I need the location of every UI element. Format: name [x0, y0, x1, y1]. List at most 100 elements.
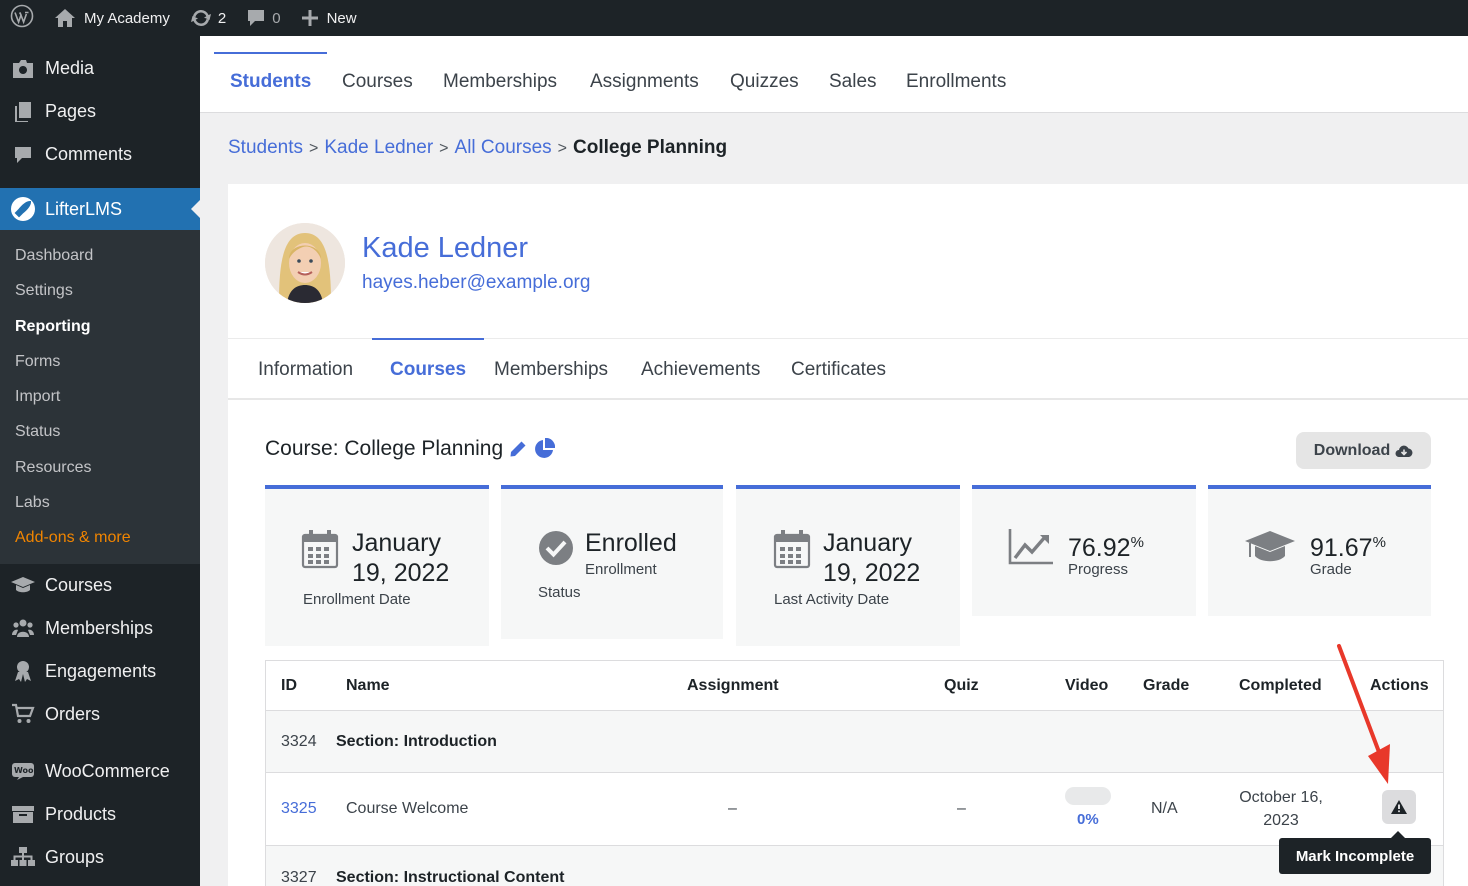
status-label: Status [538, 584, 581, 601]
progress-label: Progress [1068, 561, 1129, 578]
course-title: Course: College Planning [265, 437, 556, 461]
sidebar-item-comments[interactable]: Comments [0, 133, 200, 176]
student-email-link[interactable]: hayes.heber@example.org [362, 272, 590, 294]
breadcrumb-separator: > [309, 140, 319, 157]
lesson-id-link[interactable]: 3325 [281, 800, 317, 818]
calendar-icon [301, 529, 339, 574]
subtab-courses[interactable]: Courses [371, 338, 485, 399]
subtab-achievements[interactable]: Achievements [641, 339, 760, 399]
stat-enrollment-date: January 19, 2022 Enrollment Date [265, 485, 489, 646]
breadcrumb-student[interactable]: Kade Ledner [324, 137, 433, 158]
video-progress-bar [1065, 787, 1111, 805]
sidebar-item-label: LifterLMS [45, 198, 123, 219]
status-sub: Enrollment [585, 561, 657, 578]
tab-students[interactable]: Students [213, 36, 328, 113]
site-name-link[interactable]: My Academy [44, 0, 180, 36]
sidebar-item-groups[interactable]: Groups [0, 836, 200, 879]
tab-enrollments[interactable]: Enrollments [906, 36, 1006, 113]
pie-chart-icon[interactable] [533, 438, 556, 460]
lesson-assignment: – [728, 800, 737, 817]
submenu-labs[interactable]: Labs [0, 485, 200, 520]
submenu-status[interactable]: Status [0, 414, 200, 449]
sidebar-item-memberships[interactable]: Memberships [0, 607, 200, 650]
subtab-information[interactable]: Information [258, 339, 353, 399]
progress-unit: % [1130, 534, 1144, 551]
last-activity-line1: January [823, 529, 912, 557]
sidebar-item-media[interactable]: Media [0, 47, 200, 90]
grade-unit: % [1372, 534, 1386, 551]
svg-text:Woo: Woo [14, 766, 34, 775]
sidebar-item-label: Comments [45, 144, 133, 164]
submenu-reporting[interactable]: Reporting [0, 309, 200, 344]
video-percent: 0% [1077, 811, 1099, 828]
submenu-forms[interactable]: Forms [0, 344, 200, 379]
edit-pencil-icon[interactable] [509, 440, 527, 458]
admin-bar: My Academy 2 0 New [0, 0, 1468, 36]
updates-link[interactable]: 2 [180, 0, 236, 36]
sidebar-item-label: Media [45, 58, 95, 78]
column-header-id[interactable]: ID [281, 661, 297, 710]
column-header-grade[interactable]: Grade [1143, 661, 1189, 710]
row-id: 3324 [281, 733, 317, 750]
annotation-arrow-icon [1337, 644, 1390, 784]
sidebar-item-label: Memberships [45, 617, 154, 638]
site-name: My Academy [84, 9, 170, 27]
media-icon [10, 56, 36, 82]
subtab-certificates[interactable]: Certificates [791, 339, 886, 399]
lesson-name: Course Welcome [346, 800, 469, 817]
sidebar-item-label: Pages [45, 101, 97, 121]
course-title-text: Course: College Planning [265, 437, 504, 460]
submenu-dashboard[interactable]: Dashboard [0, 238, 200, 273]
mark-incomplete-tooltip: Mark Incomplete [1279, 831, 1431, 874]
line-chart-icon [1008, 527, 1054, 570]
section-name: Section: Instructional Content [336, 869, 565, 886]
column-header-quiz[interactable]: Quiz [944, 661, 979, 710]
student-course-report-card: Kade Ledner hayes.heber@example.org Info… [228, 184, 1468, 886]
tab-courses[interactable]: Courses [342, 36, 413, 113]
sidebar-item-orders[interactable]: Orders [0, 693, 200, 736]
download-label: Download [1313, 441, 1391, 459]
submenu-settings[interactable]: Settings [0, 273, 200, 308]
woocommerce-icon: Woo [10, 758, 36, 784]
engagements-icon [10, 658, 36, 684]
lifterlms-submenu: Dashboard Settings Reporting Forms Impor… [0, 230, 200, 564]
download-button[interactable]: Download [1296, 432, 1431, 469]
plus-icon [301, 9, 319, 27]
sidebar-item-engagements[interactable]: Engagements [0, 650, 200, 693]
comments-link[interactable]: 0 [236, 0, 290, 36]
tab-memberships[interactable]: Memberships [443, 36, 557, 113]
breadcrumb-students[interactable]: Students [228, 137, 303, 158]
submenu-addons[interactable]: Add-ons & more [0, 520, 200, 555]
new-label: New [326, 9, 357, 27]
sidebar-item-pages[interactable]: Pages [0, 90, 200, 133]
sidebar-item-label: Products [45, 803, 117, 824]
avatar [265, 223, 345, 303]
column-header-name[interactable]: Name [346, 661, 390, 710]
grade-value: 91.67% [1310, 528, 1386, 563]
subtab-memberships[interactable]: Memberships [494, 339, 608, 399]
orders-cart-icon [10, 701, 36, 727]
lifterlms-rocket-icon [10, 196, 36, 222]
sidebar-item-lifterlms[interactable]: LifterLMS [0, 188, 200, 230]
breadcrumb: Students > Kade Ledner > All Courses > College… [228, 137, 727, 159]
tab-assignments[interactable]: Assignments [590, 36, 699, 113]
wordpress-logo-button[interactable] [0, 0, 44, 36]
student-name-link[interactable]: Kade Ledner [362, 232, 528, 265]
new-content-link[interactable]: New [291, 0, 367, 36]
tab-quizzes[interactable]: Quizzes [730, 36, 799, 113]
sidebar-item-courses[interactable]: Courses [0, 564, 200, 607]
home-icon [54, 8, 76, 28]
sidebar-item-products[interactable]: Products [0, 793, 200, 836]
table-row-lesson: 3325 Course Welcome – – 0% N/A October 1… [266, 773, 1443, 846]
breadcrumb-all-courses[interactable]: All Courses [455, 137, 552, 158]
column-header-completed[interactable]: Completed [1239, 661, 1322, 710]
column-header-video[interactable]: Video [1065, 661, 1108, 710]
sidebar-item-woocommerce[interactable]: Woo WooCommerce [0, 750, 200, 793]
submenu-resources[interactable]: Resources [0, 450, 200, 485]
submenu-import[interactable]: Import [0, 379, 200, 414]
enrollment-date-line2: 19, 2022 [352, 559, 450, 587]
tab-sales[interactable]: Sales [829, 36, 877, 113]
stat-progress: 76.92% Progress [972, 485, 1196, 616]
mark-incomplete-button[interactable] [1382, 790, 1416, 824]
column-header-assignment[interactable]: Assignment [687, 661, 779, 710]
